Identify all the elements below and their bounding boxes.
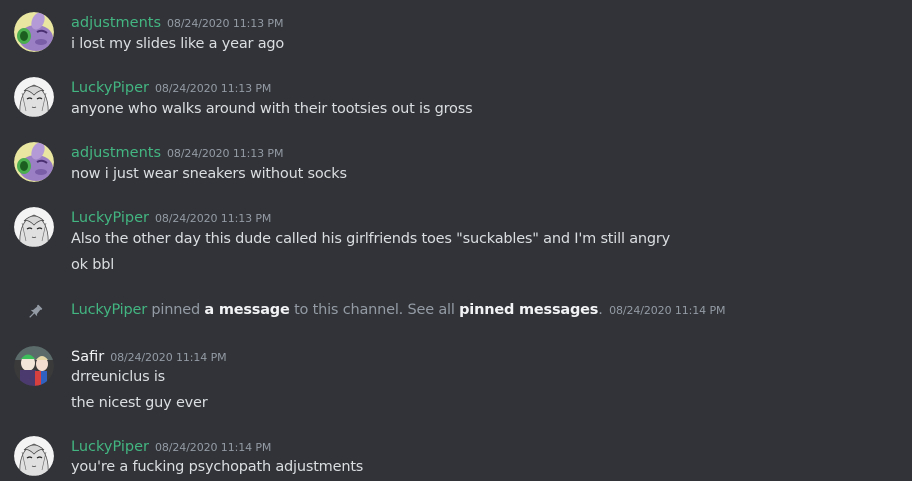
anime-girl-avatar-icon [14, 436, 54, 476]
message-header: adjustments 08/24/2020 11:13 PM [71, 142, 283, 162]
message-text: anyone who walks around with their toots… [71, 101, 473, 117]
timestamp: 08/24/2020 11:13 PM [155, 82, 272, 95]
avatar[interactable] [14, 207, 54, 247]
anime-girl-avatar-icon [14, 77, 54, 117]
pin-notice: LuckyPiper pinned a message to this chan… [0, 300, 912, 322]
pin-icon [29, 304, 43, 318]
avatar[interactable] [14, 12, 54, 52]
author-name[interactable]: LuckyPiper [71, 80, 149, 96]
message-text: ok bbl [71, 257, 115, 273]
message-group: adjustments 08/24/2020 11:13 PM i lost my… [0, 12, 912, 52]
message-text: now i just wear sneakers without socks [71, 166, 347, 182]
message-group: LuckyPiper 08/24/2020 11:14 PM you're a f… [0, 436, 912, 478]
message-header: Safir 08/24/2020 11:14 PM [71, 346, 227, 366]
avatar[interactable] [14, 346, 54, 386]
message-header: LuckyPiper 08/24/2020 11:13 PM [71, 207, 271, 227]
message-text: the nicest guy ever [71, 395, 208, 411]
purple-creature-avatar-icon [14, 12, 54, 52]
anime-girl-avatar-icon [14, 207, 54, 247]
message-group: LuckyPiper 08/24/2020 11:13 PM anyone who… [0, 77, 912, 117]
pinned-message-link[interactable]: a message [204, 302, 289, 318]
avatar[interactable] [14, 436, 54, 476]
timestamp: 08/24/2020 11:13 PM [155, 212, 272, 225]
pin-notice-text: LuckyPiper pinned a message to this chan… [71, 300, 725, 321]
timestamp: 08/24/2020 11:13 PM [167, 147, 284, 160]
avatar[interactable] [14, 77, 54, 117]
pinned-messages-link[interactable]: pinned messages [459, 302, 598, 318]
timestamp: 08/24/2020 11:13 PM [167, 17, 284, 30]
timestamp: 08/24/2020 11:14 PM [609, 304, 726, 317]
message-text: i lost my slides like a year ago [71, 36, 285, 52]
avatar[interactable] [14, 142, 54, 182]
author-name[interactable]: adjustments [71, 145, 161, 161]
message-text: you're a fucking psychopath adjustments [71, 459, 364, 475]
timestamp: 08/24/2020 11:14 PM [110, 351, 227, 364]
message-text: Also the other day this dude called his … [71, 231, 671, 247]
joker-harley-avatar-icon [14, 346, 54, 386]
message-group: LuckyPiper 08/24/2020 11:13 PM Also the o… [0, 207, 912, 275]
pin-text-after: . [598, 302, 603, 318]
author-name[interactable]: Safir [71, 349, 104, 365]
author-name[interactable]: adjustments [71, 15, 161, 31]
author-name[interactable]: LuckyPiper [71, 439, 149, 455]
author-name[interactable]: LuckyPiper [71, 210, 149, 226]
message-group: adjustments 08/24/2020 11:13 PM now i jus… [0, 142, 912, 182]
pin-text-before: pinned [151, 302, 200, 318]
message-group: Safir 08/24/2020 11:14 PM drreuniclus is … [0, 346, 912, 414]
message-header: LuckyPiper 08/24/2020 11:14 PM [71, 436, 271, 456]
author-name[interactable]: LuckyPiper [71, 302, 147, 318]
message-text: drreuniclus is [71, 369, 166, 385]
pin-text-middle: to this channel. See all [294, 302, 455, 318]
timestamp: 08/24/2020 11:14 PM [155, 441, 272, 454]
message-header: adjustments 08/24/2020 11:13 PM [71, 12, 283, 32]
message-header: LuckyPiper 08/24/2020 11:13 PM [71, 77, 271, 97]
purple-creature-avatar-icon [14, 142, 54, 182]
